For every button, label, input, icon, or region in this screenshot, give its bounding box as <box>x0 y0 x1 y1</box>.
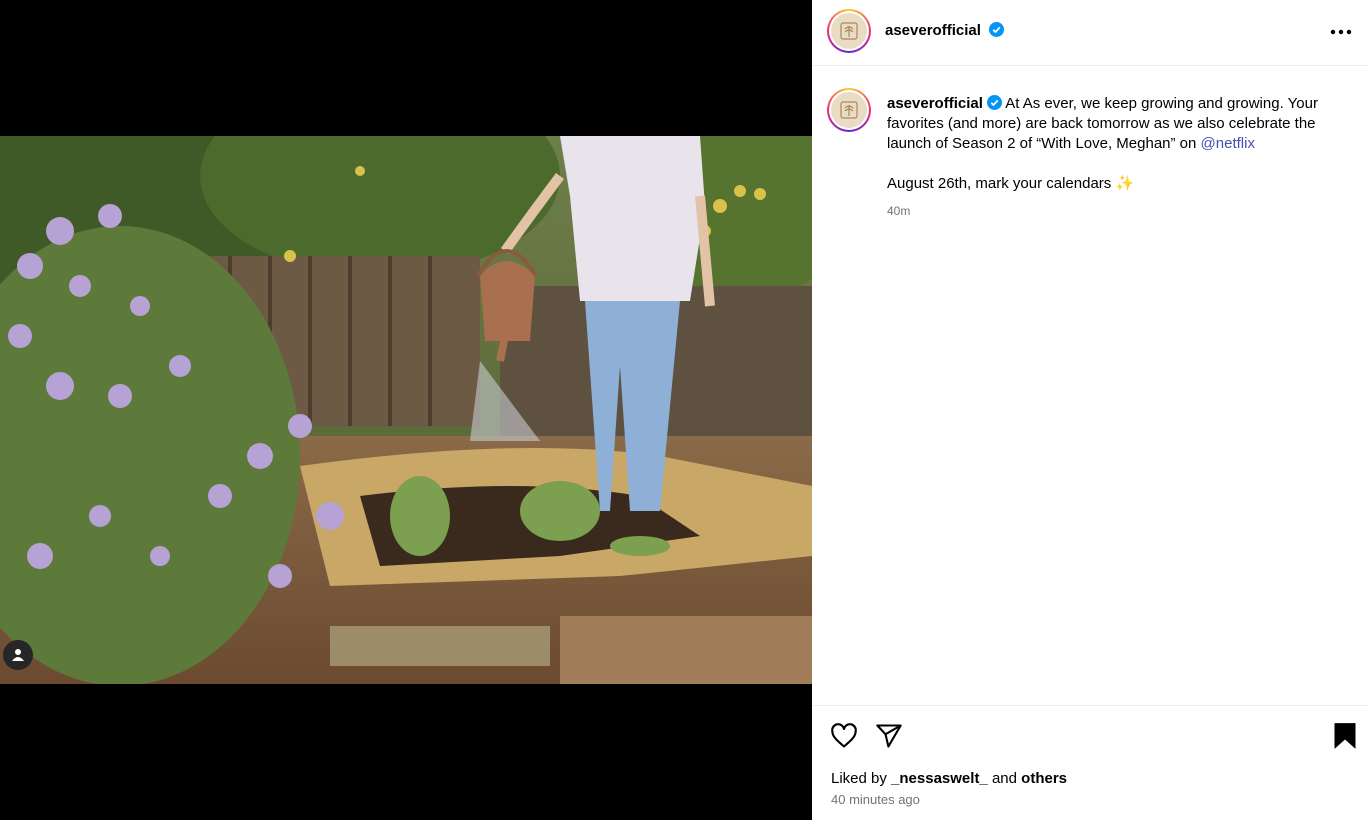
post-image[interactable] <box>0 136 812 684</box>
avatar[interactable] <box>827 9 871 53</box>
save-button[interactable] <box>1332 722 1358 755</box>
caption-time[interactable]: 40m <box>887 204 910 218</box>
mention-link[interactable]: @netflix <box>1201 135 1255 152</box>
verified-badge-icon <box>986 95 1002 110</box>
caption-avatar[interactable] <box>827 88 871 132</box>
header-username[interactable]: aseverofficial <box>885 22 981 39</box>
post-media <box>0 0 812 820</box>
more-options-button[interactable] <box>1328 20 1354 44</box>
likes-summary: Liked by _nessaswelt_ and others <box>831 770 1067 787</box>
caption-section: aseverofficial At As ever, we keep growi… <box>812 66 1368 706</box>
liker-username[interactable]: _nessaswelt_ <box>891 770 988 787</box>
send-icon <box>876 724 902 748</box>
user-tag-icon <box>12 649 24 661</box>
brand-logo-icon <box>831 13 867 49</box>
post-timestamp[interactable]: 40 minutes ago <box>831 792 920 807</box>
brand-logo-icon <box>831 92 867 128</box>
bookmark-filled-icon <box>1334 723 1356 749</box>
like-button[interactable] <box>830 722 858 755</box>
others-link[interactable]: others <box>1021 770 1067 787</box>
post-details-panel: aseverofficial aseverofficial At As ever… <box>812 0 1368 820</box>
user-tag-button[interactable] <box>3 640 33 670</box>
caption-text: aseverofficial At As ever, we keep growi… <box>887 94 1347 194</box>
more-options-icon <box>1330 29 1352 35</box>
post-actions: Liked by _nessaswelt_ and others 40 minu… <box>812 705 1368 820</box>
share-button[interactable] <box>875 722 903 755</box>
caption-username[interactable]: aseverofficial <box>887 95 983 112</box>
post-header: aseverofficial <box>812 0 1368 66</box>
heart-icon <box>831 723 857 748</box>
verified-badge-icon <box>989 22 1005 37</box>
garden-photo <box>0 136 812 684</box>
caption-line2: August 26th, mark your calendars ✨ <box>887 175 1135 192</box>
